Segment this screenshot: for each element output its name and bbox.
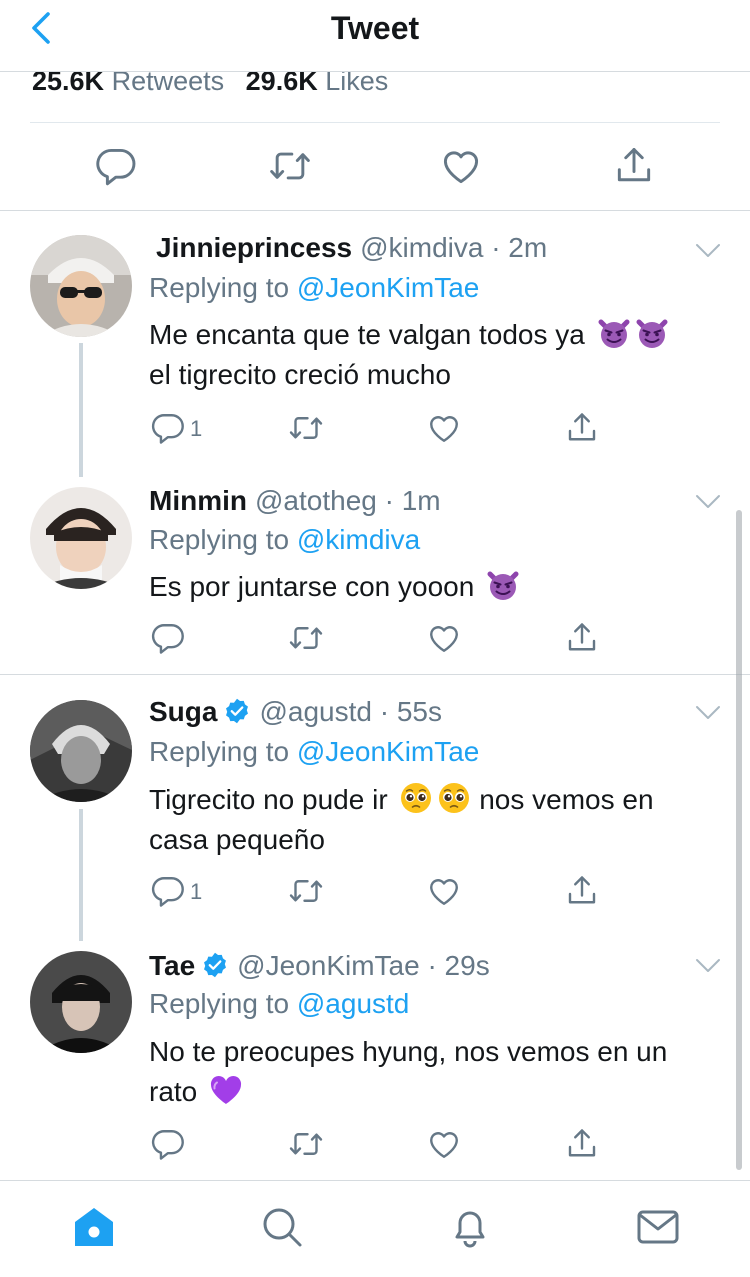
handle-time[interactable]: @kimdiva · 2m xyxy=(360,232,547,263)
tweet-text-line: rato xyxy=(149,1076,198,1107)
tweet-text-line: Me encanta que te valgan todos ya xyxy=(149,319,585,350)
share-icon[interactable] xyxy=(564,410,600,446)
tweet-actions xyxy=(0,620,750,660)
like-icon[interactable] xyxy=(426,1126,462,1162)
verified-badge-icon xyxy=(201,951,229,979)
verified-badge-icon xyxy=(223,697,251,725)
share-icon[interactable] xyxy=(612,144,656,188)
tweet-text-line: casa pequeño xyxy=(149,824,325,855)
scrollbar[interactable] xyxy=(736,510,742,1170)
reply-icon[interactable] xyxy=(150,620,186,656)
retweet-icon[interactable] xyxy=(288,620,324,656)
replying-to: Replying to @kimdiva xyxy=(149,523,420,557)
chevron-down-icon[interactable] xyxy=(694,492,722,512)
mention-link[interactable]: @agustd xyxy=(297,988,410,1019)
tweet-text-line: el tigrecito creció mucho xyxy=(149,359,451,390)
divider xyxy=(30,122,720,123)
share-icon[interactable] xyxy=(564,620,600,656)
chevron-down-icon[interactable] xyxy=(694,956,722,976)
tweet-actions xyxy=(0,1126,750,1166)
avatar[interactable] xyxy=(30,700,132,802)
handle-time[interactable]: @atotheg · 1m xyxy=(255,485,441,516)
handle-time[interactable]: @agustd · 55s xyxy=(259,696,442,727)
tweet-text: Tigrecito no pude ir nos vemos en casa p… xyxy=(149,780,729,860)
messages-icon[interactable] xyxy=(634,1203,682,1251)
tweet-header: Minmin @atotheg · 1m xyxy=(149,484,441,518)
tweet-text: Me encanta que te valgan todos ya el tig… xyxy=(149,315,729,395)
tweet-text-line: nos vemos en xyxy=(479,784,654,815)
mention-link[interactable]: @JeonKimTae xyxy=(297,272,480,303)
like-icon[interactable] xyxy=(426,410,462,446)
display-name[interactable]: Minmin xyxy=(149,485,247,516)
retweet-icon[interactable] xyxy=(288,410,324,446)
tweet-header: Suga @agustd · 55s xyxy=(149,695,442,729)
avatar[interactable] xyxy=(30,951,132,1053)
like-icon[interactable] xyxy=(426,873,462,909)
pleading-face-emoji xyxy=(437,781,471,815)
avatar[interactable] xyxy=(30,235,132,337)
display-name[interactable]: Suga xyxy=(149,696,217,727)
tweet-text: Es por juntarse con yooon xyxy=(149,567,729,607)
like-icon[interactable] xyxy=(439,144,483,188)
reply-count: 1 xyxy=(190,416,203,441)
handle-time[interactable]: @JeonKimTae · 29s xyxy=(237,950,490,981)
reply-icon[interactable] xyxy=(150,1126,186,1162)
replying-to: Replying to @agustd xyxy=(149,987,409,1021)
purple-heart-emoji xyxy=(209,1073,243,1107)
tweet-actions: 1 xyxy=(0,410,750,450)
retweet-icon[interactable] xyxy=(288,873,324,909)
tweet-text-line: Es por juntarse con yooon xyxy=(149,571,475,602)
page-title: Tweet xyxy=(330,10,420,46)
reply-tweet[interactable]: Tae @JeonKimTae · 29s Replying to @agustd… xyxy=(0,936,750,1180)
home-icon[interactable] xyxy=(70,1203,118,1251)
retweet-icon[interactable] xyxy=(268,144,312,188)
tweet-header: Jinnieprincess @kimdiva · 2m xyxy=(156,231,547,265)
retweet-icon[interactable] xyxy=(288,1126,324,1162)
bottom-tab-bar xyxy=(0,1180,750,1277)
reply-icon[interactable] xyxy=(150,410,186,446)
replying-label: Replying to xyxy=(149,524,290,555)
reply-tweet[interactable]: Jinnieprincess @kimdiva · 2m Replying to … xyxy=(0,211,750,477)
like-icon[interactable] xyxy=(426,620,462,656)
tweet-actions: 1 xyxy=(0,873,750,913)
notifications-icon[interactable] xyxy=(446,1203,494,1251)
tweet-text-line: Tigrecito no pude ir xyxy=(149,784,388,815)
reply-tweet[interactable]: Suga @agustd · 55s Replying to @JeonKimTa… xyxy=(0,675,750,941)
replying-label: Replying to xyxy=(149,736,290,767)
reply-count: 1 xyxy=(190,879,203,904)
replying-label: Replying to xyxy=(149,272,290,303)
replying-label: Replying to xyxy=(149,988,290,1019)
reply-icon[interactable] xyxy=(94,144,138,188)
mention-link[interactable]: @JeonKimTae xyxy=(297,736,480,767)
reply-tweet[interactable]: Minmin @atotheg · 1m Replying to @kimdiva… xyxy=(0,470,750,674)
smiling-imp-emoji xyxy=(597,316,631,350)
tweet-text: No te preocupes hyung, nos vemos en un r… xyxy=(149,1032,729,1112)
display-name[interactable]: Jinnieprincess xyxy=(156,232,352,263)
smiling-imp-emoji xyxy=(635,316,669,350)
main-tweet-actions xyxy=(0,124,750,210)
replying-to: Replying to @JeonKimTae xyxy=(149,735,479,769)
search-icon[interactable] xyxy=(258,1203,306,1251)
mention-link[interactable]: @kimdiva xyxy=(297,524,420,555)
share-icon[interactable] xyxy=(564,1126,600,1162)
tweet-text-line: No te preocupes hyung, nos vemos en un xyxy=(149,1036,668,1067)
pleading-face-emoji xyxy=(399,781,433,815)
tweet-header: Tae @JeonKimTae · 29s xyxy=(149,949,490,983)
display-name[interactable]: Tae xyxy=(149,950,195,981)
share-icon[interactable] xyxy=(564,873,600,909)
chevron-down-icon[interactable] xyxy=(694,241,722,261)
avatar[interactable] xyxy=(30,487,132,589)
reply-icon[interactable] xyxy=(150,873,186,909)
smiling-imp-emoji xyxy=(486,568,520,602)
chevron-down-icon[interactable] xyxy=(694,703,722,723)
top-bar: Tweet xyxy=(0,0,750,72)
replying-to: Replying to @JeonKimTae xyxy=(149,271,479,305)
